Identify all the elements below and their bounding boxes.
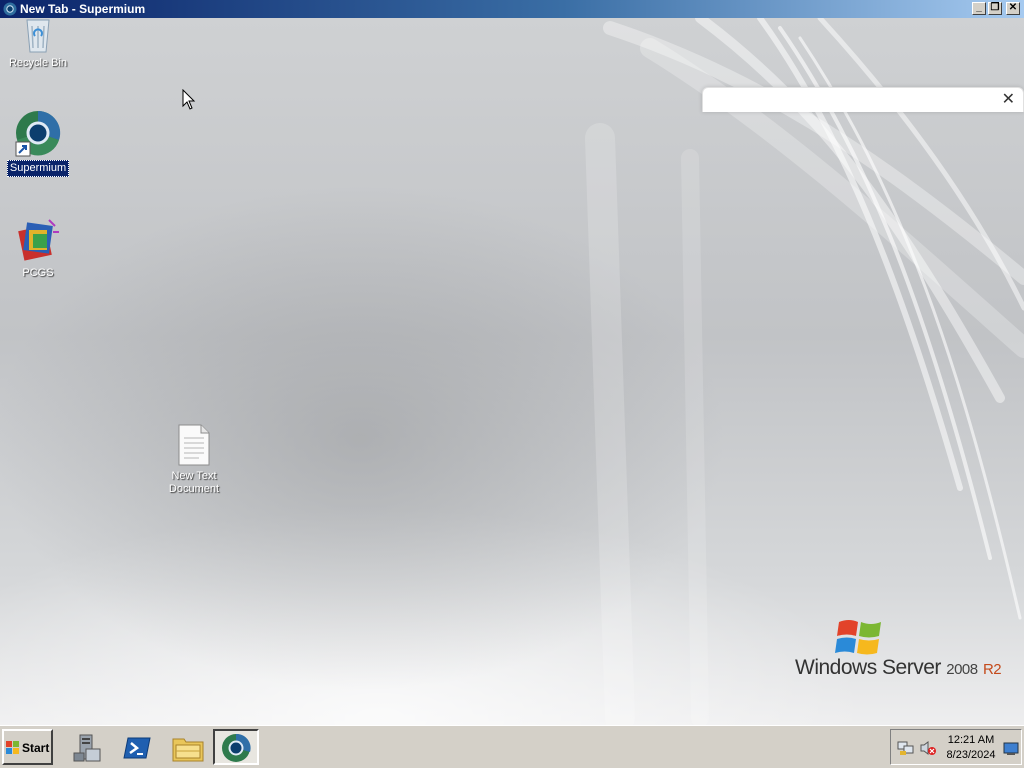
windows-brand-text: Windows Server 2008 R2	[795, 656, 1002, 680]
text-document-icon	[178, 424, 210, 466]
brand-edition: R2	[982, 661, 1002, 678]
taskbar: Start 12:21 AM 8/23/2024	[0, 725, 1024, 768]
recycle-bin-icon	[26, 19, 50, 53]
volume-muted-icon[interactable]	[919, 740, 937, 756]
desktop-icon-recycle-bin[interactable]: Recycle Bin	[0, 18, 76, 71]
supermium-icon	[15, 110, 61, 157]
taskbar-file-explorer[interactable]	[164, 729, 210, 765]
notification-text	[719, 108, 723, 112]
notification-popup[interactable]: ✕	[702, 87, 1024, 112]
clock-date[interactable]: 8/23/2024	[943, 749, 999, 761]
taskbar-powershell[interactable]	[114, 729, 160, 765]
supermium-icon	[3, 2, 17, 16]
windows-flag-icon	[835, 620, 881, 655]
taskbar-supermium[interactable]	[213, 729, 259, 765]
taskbar-server-manager[interactable]	[64, 729, 110, 765]
desktop-icon-pcgs[interactable]: PCGS	[0, 218, 76, 281]
window-title-bar[interactable]: New Tab - Supermium _ ❐ ✕	[0, 0, 1024, 18]
desktop[interactable]: Recycle Bin Supermium PCGS New Text Docu…	[0, 18, 1024, 725]
restore-button[interactable]: ❐	[988, 2, 1002, 15]
desktop-icon-label: New Text Document	[168, 470, 220, 495]
close-button[interactable]: ✕	[1006, 2, 1020, 15]
desktop-icon-label: PCGS	[22, 267, 54, 279]
clock-time[interactable]: 12:21 AM	[943, 734, 999, 746]
start-label: Start	[22, 741, 50, 755]
supermium-icon	[222, 733, 251, 762]
powershell-icon	[123, 737, 151, 759]
windows-server-logo: Windows Server 2008 R2	[795, 616, 1005, 686]
file-explorer-icon	[172, 738, 204, 762]
brand-version: 2008	[946, 661, 978, 678]
minimize-button[interactable]: _	[972, 2, 986, 15]
desktop-icon-label: Supermium	[6, 160, 70, 177]
server-manager-icon	[73, 734, 101, 762]
desktop-icon-label: Recycle Bin	[8, 57, 68, 69]
window-title: New Tab - Supermium	[20, 2, 146, 16]
system-tray: 12:21 AM 8/23/2024	[890, 729, 1022, 765]
notification-close-button[interactable]: ✕	[1002, 92, 1015, 108]
start-button[interactable]: Start	[2, 729, 53, 765]
pcgs-icon	[18, 219, 59, 261]
windows-flag-icon	[6, 741, 19, 754]
brand-name: Windows Server	[795, 656, 941, 679]
desktop-icon-supermium[interactable]: Supermium	[0, 110, 76, 177]
show-desktop-icon[interactable]	[1003, 742, 1019, 756]
desktop-icon-new-text-document[interactable]: New Text Document	[156, 423, 232, 497]
mouse-cursor-icon	[182, 89, 196, 110]
network-icon[interactable]	[897, 740, 915, 756]
